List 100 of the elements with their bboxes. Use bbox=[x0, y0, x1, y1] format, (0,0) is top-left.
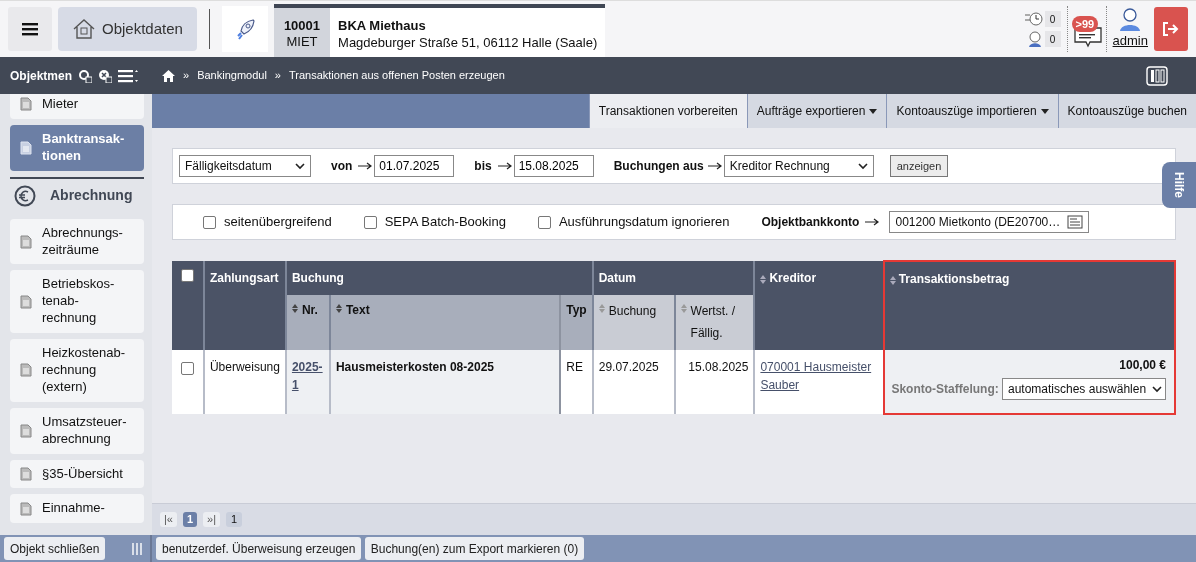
bank-account-field[interactable]: 001200 Mietkonto (DE20700… bbox=[889, 211, 1090, 233]
footer-button[interactable]: benutzerdef. Überweisung erzeugen bbox=[156, 537, 362, 560]
objektdaten-button[interactable]: Objektdaten bbox=[58, 7, 197, 51]
sort-icon bbox=[760, 275, 767, 285]
counter-value: 0 bbox=[1044, 31, 1061, 47]
skonto-label: Skonto-Staffelung: bbox=[891, 381, 999, 399]
amount-text: 100,00 € bbox=[1118, 357, 1166, 375]
home-link[interactable] bbox=[162, 67, 175, 84]
list-picker-icon bbox=[1067, 215, 1084, 229]
document-icon bbox=[20, 501, 32, 516]
document-icon bbox=[20, 363, 32, 378]
row-checkbox[interactable] bbox=[180, 362, 194, 376]
clock-icon bbox=[1024, 11, 1043, 27]
breadcrumb-separator: » bbox=[183, 68, 190, 84]
caret-icon bbox=[1040, 108, 1049, 114]
document-icon bbox=[20, 140, 32, 155]
arrow-icon bbox=[358, 162, 373, 170]
show-button[interactable]: anzeigen bbox=[889, 155, 949, 177]
logout-button[interactable] bbox=[1154, 7, 1188, 51]
source-select[interactable]: Kreditor Rechnung bbox=[723, 155, 874, 177]
column-group-header[interactable]: Kreditor bbox=[754, 261, 884, 351]
column-header[interactable]: Buchung bbox=[592, 295, 675, 351]
table-cell: Überweisung bbox=[203, 350, 286, 415]
footer-button[interactable]: Buchung(en) zum Export markieren (0) bbox=[364, 537, 585, 560]
checkbox[interactable] bbox=[363, 215, 377, 229]
page-button[interactable]: 1 bbox=[183, 512, 198, 527]
breadcrumb-item[interactable]: Transaktionen aus offenen Posten erzeugen bbox=[288, 67, 505, 84]
filter-label: bis bbox=[474, 158, 492, 175]
close-check-icon bbox=[98, 68, 112, 83]
sidebar-section-title: Abrechnung bbox=[50, 186, 133, 206]
table-cell: RE bbox=[560, 350, 593, 415]
checkbox[interactable] bbox=[537, 215, 551, 229]
sidebar-item[interactable]: Mieter bbox=[10, 94, 144, 119]
sidebar-item[interactable]: Abrechnungs- zeiträume bbox=[10, 218, 144, 265]
table-cell: 29.07.2025 bbox=[592, 350, 675, 415]
menu-icon bbox=[22, 22, 38, 36]
select-all-checkbox[interactable] bbox=[180, 269, 194, 282]
user-link[interactable]: admin bbox=[1112, 31, 1148, 51]
logout-icon bbox=[1162, 21, 1180, 37]
caret-icon bbox=[869, 108, 878, 114]
object-number: 10001 bbox=[283, 18, 321, 35]
list-toggle-icon bbox=[118, 68, 140, 83]
message-count-badge: >99 bbox=[1071, 16, 1099, 32]
filter-label: Buchungen aus bbox=[613, 158, 704, 175]
column-group-header[interactable]: Transaktionsbetrag bbox=[883, 261, 1175, 351]
sidebar-item[interactable]: Einnahme- bbox=[10, 494, 144, 524]
arrow-icon bbox=[707, 162, 722, 170]
document-icon bbox=[20, 97, 32, 112]
close-object-button[interactable]: Objekt schließen bbox=[4, 537, 106, 560]
tab[interactable]: Transaktionen vorbereiten bbox=[588, 94, 747, 128]
last-page-button[interactable]: »| bbox=[203, 512, 221, 527]
sidebar-item[interactable]: Betriebskos- tenab- rechnung bbox=[10, 270, 144, 334]
date-field[interactable]: 15.08.2025 bbox=[513, 155, 594, 177]
filter-label: von bbox=[331, 158, 353, 175]
sort-icon bbox=[598, 304, 605, 313]
breadcrumb-separator: » bbox=[274, 68, 281, 84]
tab[interactable]: Kontoauszüge buchen bbox=[1057, 94, 1196, 128]
document-icon bbox=[20, 234, 32, 249]
object-menu-label: Objektmen bbox=[10, 67, 72, 85]
column-header[interactable]: Wertst. / Fällig. bbox=[674, 295, 755, 351]
breadcrumb-item[interactable]: Bankingmodul bbox=[197, 67, 267, 84]
column-group-header: Zahlungsart bbox=[203, 261, 286, 351]
euro-icon bbox=[14, 184, 36, 207]
date-field[interactable]: 01.07.2025 bbox=[374, 155, 455, 177]
columns-icon[interactable] bbox=[1146, 65, 1168, 86]
tab[interactable]: Aufträge exportieren bbox=[746, 94, 887, 128]
bank-account-label: Objektbankkonto bbox=[761, 214, 860, 231]
home-icon bbox=[162, 70, 175, 83]
checkbox-label: seitenübergreifend bbox=[224, 213, 332, 232]
grip-icon bbox=[132, 542, 142, 555]
checkbox[interactable] bbox=[203, 215, 216, 229]
document-icon bbox=[20, 467, 32, 481]
help-tab[interactable]: Hilfe bbox=[1162, 162, 1196, 208]
document-icon bbox=[20, 294, 32, 309]
object-address: Magdeburger Straße 51, 06112 Halle (Saale) bbox=[338, 34, 598, 52]
first-page-button[interactable]: |« bbox=[160, 512, 177, 527]
sidebar-item[interactable]: §35-Übersicht bbox=[10, 459, 144, 489]
sort-icon bbox=[335, 304, 342, 313]
house-icon bbox=[72, 18, 96, 40]
sidebar-item[interactable]: Heizkostenab- rechnung (extern) bbox=[10, 339, 144, 402]
column-header[interactable]: Text bbox=[329, 295, 561, 351]
skonto-select[interactable]: automatisches auswählen bbox=[1002, 378, 1166, 401]
table-cell: Hausmeisterkosten 08-2025 bbox=[329, 350, 561, 415]
sidebar-item[interactable]: Umsatzsteuer- abrechnung bbox=[10, 407, 144, 454]
checkbox-label: SEPA Batch-Booking bbox=[384, 213, 506, 232]
date-type-select[interactable]: Fälligkeitsdatum bbox=[179, 155, 311, 177]
sort-icon bbox=[291, 304, 298, 313]
user-icon bbox=[1119, 7, 1142, 32]
object-name: BKA Miethaus bbox=[338, 18, 427, 35]
sidebar-item[interactable]: Banktransak- tionen bbox=[10, 124, 144, 171]
chevron-icon bbox=[295, 162, 305, 170]
counter-value: 0 bbox=[1044, 11, 1061, 27]
arrow-icon bbox=[497, 162, 512, 170]
column-header[interactable]: Nr. bbox=[285, 295, 330, 351]
document-icon bbox=[20, 423, 32, 438]
sort-icon bbox=[680, 304, 687, 313]
tab[interactable]: Kontoauszüge importieren bbox=[886, 94, 1058, 128]
page-count: 1 bbox=[226, 512, 243, 527]
menu-button[interactable] bbox=[8, 7, 52, 51]
checkbox-label: Ausführungsdatum ignorieren bbox=[558, 213, 730, 232]
